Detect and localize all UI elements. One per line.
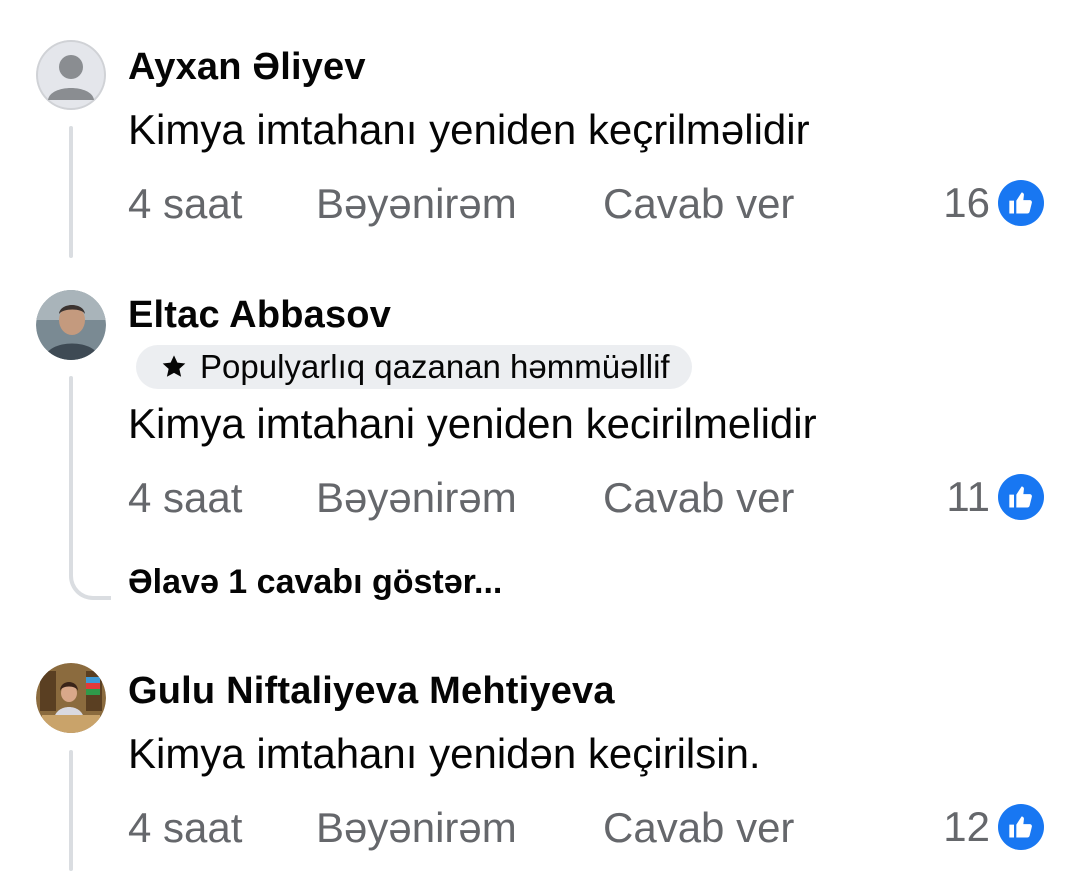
comment-time[interactable]: 4 saat bbox=[128, 804, 242, 852]
reply-button[interactable]: Cavab ver bbox=[603, 804, 794, 852]
avatar[interactable] bbox=[36, 663, 106, 733]
thread-line bbox=[69, 750, 73, 871]
like-button[interactable]: Bəyənirəm bbox=[316, 804, 517, 852]
reaction-summary[interactable]: 12 bbox=[943, 802, 1044, 852]
comment-author[interactable]: Gulu Niftaliyeva Mehtiyeva bbox=[128, 670, 615, 713]
profile-photo-icon bbox=[36, 663, 106, 733]
like-thumb-icon bbox=[998, 804, 1044, 850]
reaction-count: 12 bbox=[943, 803, 990, 850]
comment-text: Kimya imtahanı yenidən keçirilsin. bbox=[128, 730, 761, 777]
comment-3: Gulu Niftaliyeva Mehtiyeva Kimya imtahan… bbox=[0, 0, 1080, 871]
